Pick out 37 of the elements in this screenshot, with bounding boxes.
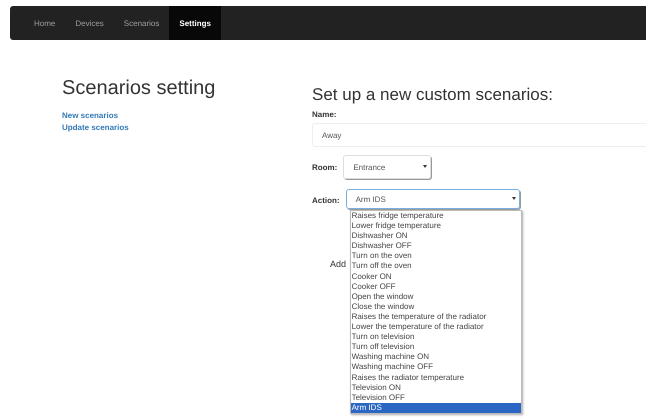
- dropdown-option[interactable]: Arm IDS: [350, 402, 521, 413]
- nav-tab[interactable]: Devices: [65, 6, 114, 40]
- dropdown-option[interactable]: Lower fridge temperature: [350, 221, 521, 232]
- caret-icon: [512, 197, 516, 201]
- dropdown-option[interactable]: Washing machine OFF: [350, 362, 521, 372]
- field-label: Room:: [312, 162, 338, 172]
- dropdown-option[interactable]: Dishwasher OFF: [350, 241, 521, 252]
- field-label: Name:: [312, 110, 338, 119]
- dropdown-option[interactable]: Open the window: [350, 292, 521, 302]
- nav-tab[interactable]: Settings: [169, 6, 221, 40]
- sidebar-link[interactable]: Update scenarios: [62, 122, 312, 134]
- field-label: Action:: [312, 196, 340, 205]
- caret-icon: [423, 165, 428, 169]
- room-select[interactable]: Entrance: [343, 155, 432, 179]
- dropdown-option[interactable]: Television ON: [350, 382, 521, 393]
- dropdown-option[interactable]: Close the window: [350, 302, 521, 312]
- dropdown-option[interactable]: Raises fridge temperature: [350, 211, 521, 222]
- dropdown-option[interactable]: Television OFF: [350, 392, 521, 403]
- sidebar-link[interactable]: New scenarios: [62, 110, 312, 122]
- dropdown-option[interactable]: Raises the radiator temperature: [350, 372, 521, 383]
- dropdown-option[interactable]: Dishwasher ON: [350, 231, 521, 242]
- action-select[interactable]: Arm IDS: [346, 189, 520, 209]
- name-field[interactable]: Away: [312, 123, 646, 147]
- dropdown-option[interactable]: Turn off the oven: [350, 261, 521, 272]
- page-title: Scenarios setting: [62, 77, 216, 100]
- dropdown-option[interactable]: Cooker ON: [350, 272, 521, 282]
- nav-tab[interactable]: Home: [24, 6, 66, 40]
- dropdown-option[interactable]: Cooker OFF: [350, 282, 521, 292]
- dropdown-option[interactable]: Washing machine ON: [350, 352, 521, 362]
- dropdown-option[interactable]: Lower the temperature of the radiator: [350, 322, 521, 332]
- dropdown-option[interactable]: Turn on television: [350, 332, 521, 342]
- dropdown-option[interactable]: Turn on the oven: [350, 251, 521, 262]
- dropdown-option[interactable]: Raises the temperature of the radiator: [350, 312, 521, 322]
- nav-tab[interactable]: Scenarios: [114, 6, 170, 40]
- add-label: Add: [330, 259, 346, 269]
- dropdown-option[interactable]: Turn off television: [350, 342, 521, 352]
- form-title: Set up a new custom scenarios:: [312, 85, 554, 105]
